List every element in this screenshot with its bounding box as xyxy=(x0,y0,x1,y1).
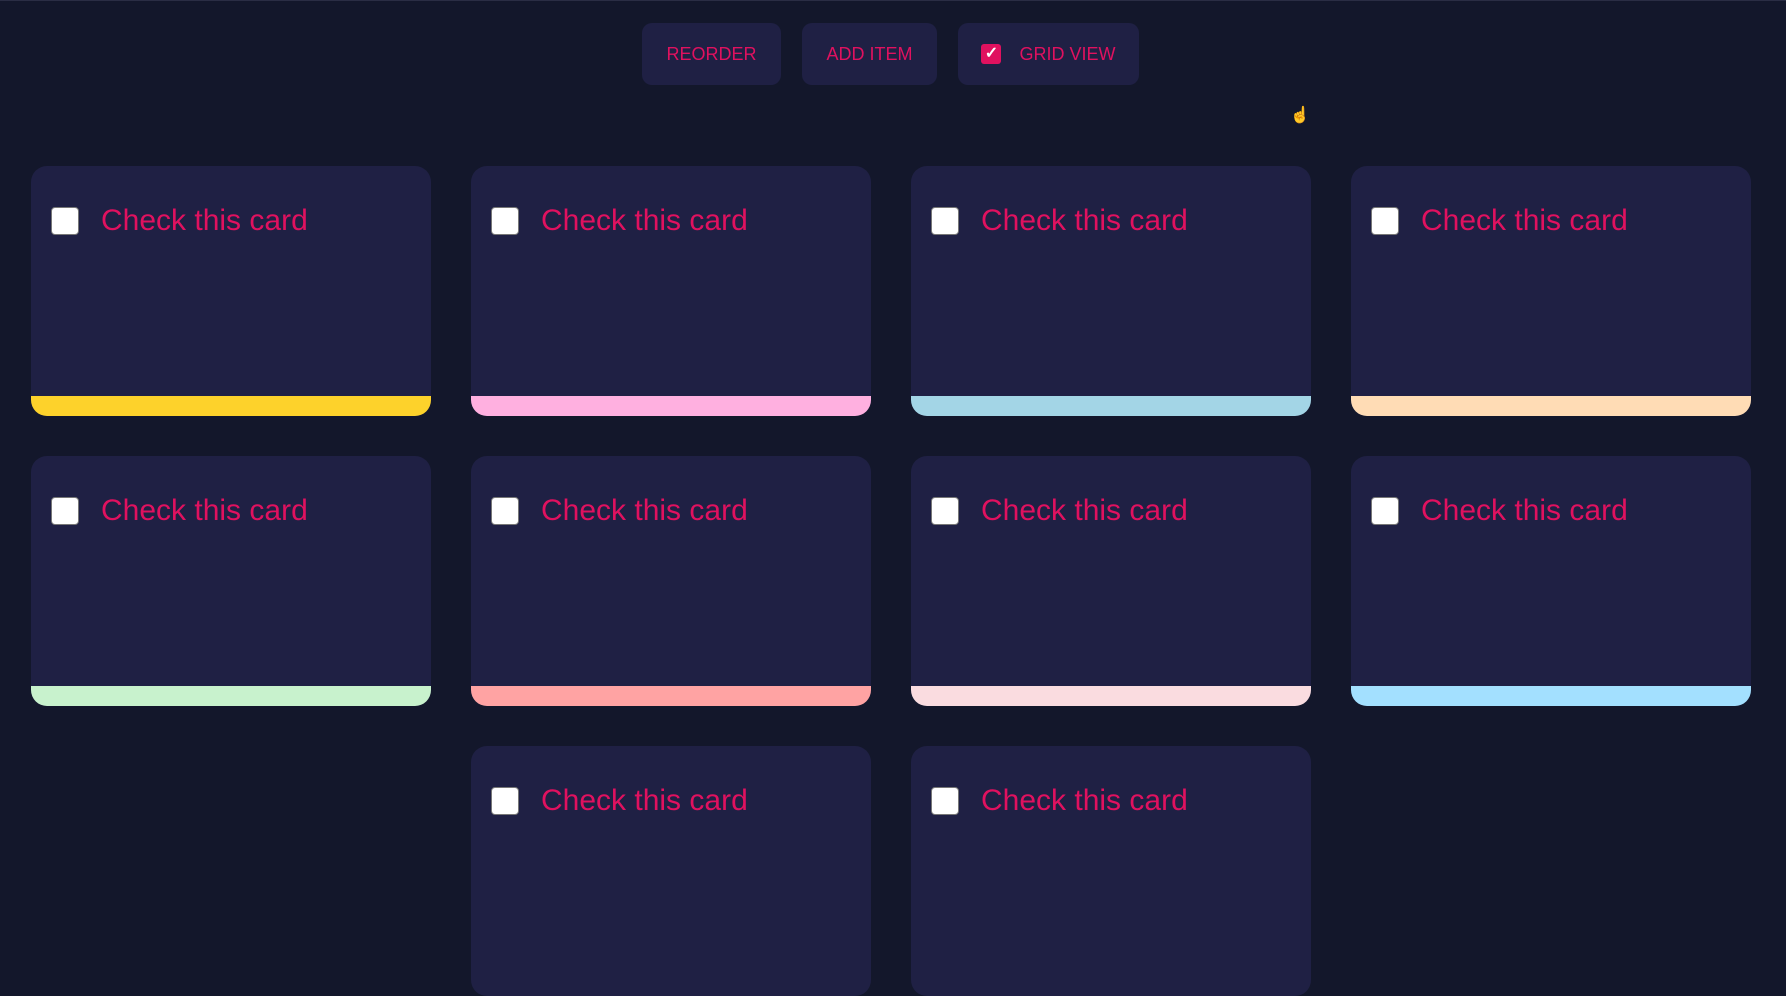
card-color-bar xyxy=(471,686,871,706)
card[interactable]: Check this card xyxy=(911,746,1311,996)
card-label: Check this card xyxy=(541,784,748,817)
card-checkbox[interactable] xyxy=(51,497,79,525)
card-color-bar xyxy=(31,686,431,706)
card-checkbox[interactable] xyxy=(491,497,519,525)
card-label: Check this card xyxy=(981,784,1188,817)
card-checkbox[interactable] xyxy=(931,207,959,235)
card-color-bar xyxy=(1351,396,1751,416)
card-color-bar xyxy=(31,396,431,416)
card-checkbox[interactable] xyxy=(51,207,79,235)
card-checkbox[interactable] xyxy=(931,497,959,525)
card-label: Check this card xyxy=(981,494,1188,527)
grid-view-label: GRID VIEW xyxy=(1019,43,1116,64)
card-checkbox[interactable] xyxy=(1371,207,1399,235)
card-checkbox[interactable] xyxy=(1371,497,1399,525)
toolbar: REORDER ADD ITEM ✓ GRID VIEW xyxy=(0,23,1786,85)
card-checkbox[interactable] xyxy=(931,787,959,815)
card-color-bar xyxy=(911,396,1311,416)
card-label: Check this card xyxy=(1421,204,1628,237)
card[interactable]: Check this card xyxy=(31,166,431,416)
card-checkbox[interactable] xyxy=(491,207,519,235)
add-item-button[interactable]: ADD ITEM xyxy=(802,23,937,85)
add-item-label: ADD ITEM xyxy=(826,43,913,64)
card-color-bar xyxy=(911,686,1311,706)
card-label: Check this card xyxy=(541,204,748,237)
grid-view-checkbox[interactable]: ✓ xyxy=(981,44,1002,64)
card-color-bar xyxy=(471,396,871,416)
card-checkbox[interactable] xyxy=(491,787,519,815)
card-label: Check this card xyxy=(101,494,308,527)
reorder-button[interactable]: REORDER xyxy=(642,23,781,85)
card-color-bar xyxy=(1351,686,1751,706)
card-label: Check this card xyxy=(101,204,308,237)
card-label: Check this card xyxy=(541,494,748,527)
card[interactable]: Check this card xyxy=(471,166,871,416)
card-label: Check this card xyxy=(981,204,1188,237)
card-label: Check this card xyxy=(1421,494,1628,527)
card[interactable]: Check this card xyxy=(471,746,871,996)
card[interactable]: Check this card xyxy=(1351,456,1751,706)
reorder-label: REORDER xyxy=(666,43,757,64)
hand-cursor-icon: ☝ xyxy=(1290,107,1310,124)
card[interactable]: Check this card xyxy=(31,456,431,706)
grid-view-toggle[interactable]: ✓ GRID VIEW xyxy=(958,23,1139,85)
card[interactable]: Check this card xyxy=(911,166,1311,416)
card[interactable]: Check this card xyxy=(911,456,1311,706)
card[interactable]: Check this card xyxy=(1351,166,1751,416)
card[interactable]: Check this card xyxy=(471,456,871,706)
